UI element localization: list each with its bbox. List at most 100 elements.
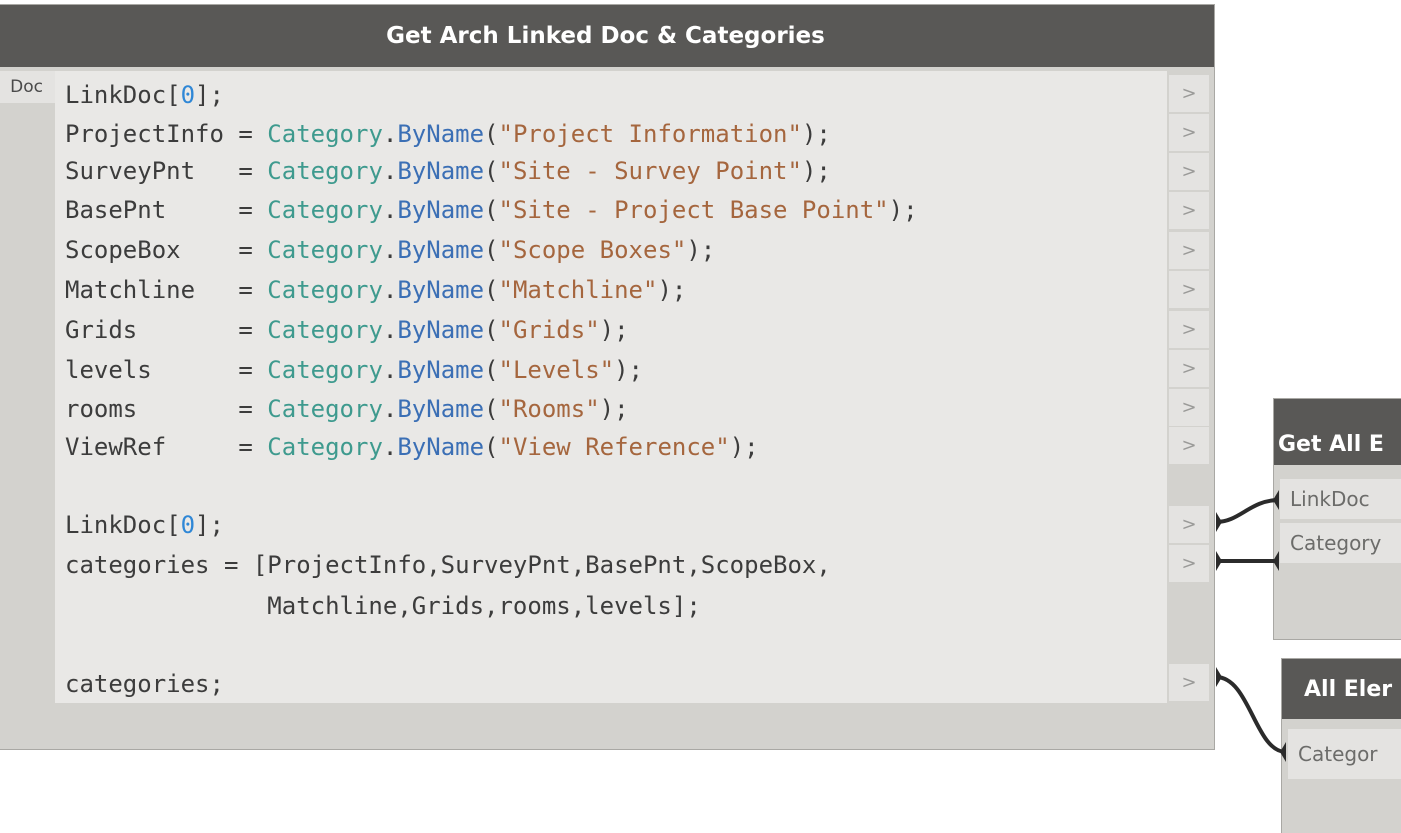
code-token: categories = [ProjectInfo,SurveyPnt,Base… (65, 551, 831, 579)
code-token: rooms = (65, 395, 268, 423)
code-token: ); (686, 236, 716, 264)
code-token: ( (484, 196, 499, 224)
code-token: . (382, 196, 398, 224)
code-token: . (382, 157, 398, 185)
code-token: Grids = (65, 316, 268, 344)
code-line[interactable]: ScopeBox = Category.ByName("Scope Boxes"… (65, 230, 715, 270)
code-token: Matchline,Grids,rooms,levels]; (65, 592, 701, 620)
output-port[interactable]: > (1169, 664, 1209, 701)
code-token: "Site - Project Base Point" (498, 196, 889, 224)
output-port[interactable]: > (1169, 232, 1209, 269)
code-token: Category (267, 276, 383, 304)
code-token: ByName (397, 395, 485, 423)
input-port-column (0, 103, 55, 703)
code-line[interactable]: Matchline,Grids,rooms,levels]; (65, 586, 701, 626)
output-port[interactable]: > (1169, 153, 1209, 190)
output-port[interactable]: > (1169, 311, 1209, 348)
input-port-category[interactable]: Category (1280, 523, 1401, 563)
output-port[interactable]: > (1169, 271, 1209, 308)
code-line[interactable]: ViewRef = Category.ByName("View Referenc… (65, 427, 759, 467)
wire-linkdoc (1215, 498, 1280, 524)
code-line[interactable]: levels = Category.ByName("Levels"); (65, 350, 643, 390)
node-footer (0, 703, 1214, 749)
code-line[interactable]: Grids = Category.ByName("Grids"); (65, 310, 629, 350)
node-title[interactable]: Get Arch Linked Doc & Categories (0, 5, 1214, 67)
input-port-category[interactable]: Categor (1288, 729, 1401, 779)
code-token: ( (484, 356, 499, 384)
code-token: ); (657, 276, 687, 304)
code-token: . (382, 236, 398, 264)
code-token: "Scope Boxes" (498, 236, 687, 264)
code-token: ByName (397, 276, 485, 304)
code-token: Category (267, 157, 383, 185)
code-token: ); (729, 433, 759, 461)
code-token: Category (267, 433, 383, 461)
code-line[interactable]: LinkDoc[0]; (65, 75, 224, 115)
wire-end-arrow (1216, 512, 1222, 532)
code-token: ScopeBox = (65, 236, 268, 264)
node-title[interactable]: Get All E (1274, 399, 1401, 465)
code-token: "Rooms" (498, 395, 600, 423)
output-port[interactable]: > (1169, 192, 1209, 229)
code-token: Matchline = (65, 276, 268, 304)
output-port[interactable]: > (1169, 506, 1209, 543)
input-port-doc[interactable]: Doc (0, 71, 55, 103)
code-line[interactable]: categories; (65, 664, 224, 704)
code-token: levels = (65, 356, 268, 384)
code-token: Category (267, 395, 383, 423)
all-elements-node[interactable]: All Eler Categor (1281, 658, 1401, 833)
input-port-linkdoc[interactable]: LinkDoc (1280, 479, 1401, 519)
code-token: ); (614, 356, 643, 384)
code-token: . (382, 356, 398, 384)
get-all-elements-node[interactable]: Get All E LinkDoc Category (1273, 398, 1401, 640)
code-token: ); (888, 196, 918, 224)
wire-end-arrow (1216, 551, 1222, 571)
code-token: ( (484, 395, 499, 423)
code-token: . (382, 395, 398, 423)
code-token: ( (484, 236, 499, 264)
code-token: "Grids" (498, 316, 600, 344)
code-token: . (382, 276, 398, 304)
code-line[interactable]: Matchline = Category.ByName("Matchline")… (65, 270, 686, 310)
code-token: . (382, 120, 398, 148)
output-port[interactable]: > (1169, 350, 1209, 387)
code-token: 0 (180, 81, 196, 109)
code-token: ( (484, 433, 499, 461)
code-line[interactable]: LinkDoc[0]; (65, 505, 224, 545)
dynamo-canvas[interactable]: Get Arch Linked Doc & Categories Doc Lin… (0, 0, 1401, 833)
code-token: "Site - Survey Point" (498, 157, 802, 185)
code-editor[interactable]: LinkDoc[0]; ProjectInfo = Category.ByName… (55, 71, 1167, 703)
code-line[interactable]: categories = [ProjectInfo,SurveyPnt,Base… (65, 545, 831, 585)
code-token: Category (267, 316, 383, 344)
node-title[interactable]: All Eler (1282, 659, 1401, 719)
code-token: ); (801, 120, 831, 148)
code-token: ); (599, 316, 629, 344)
code-token: Category (267, 196, 383, 224)
code-token: ByName (397, 120, 485, 148)
code-token: Category (267, 236, 383, 264)
output-port[interactable]: > (1169, 427, 1209, 464)
code-token: "Matchline" (498, 276, 658, 304)
code-line[interactable]: rooms = Category.ByName("Rooms"); (65, 389, 629, 429)
output-port[interactable]: > (1169, 75, 1209, 112)
wire-end-arrow (1216, 667, 1222, 687)
wire-categories-out (1215, 675, 1287, 754)
code-block-node[interactable]: Get Arch Linked Doc & Categories Doc Lin… (0, 4, 1215, 750)
code-line[interactable]: BasePnt = Category.ByName("Site - Projec… (65, 190, 918, 230)
code-line[interactable]: ProjectInfo = Category.ByName("Project I… (65, 114, 831, 154)
code-token: Category (267, 120, 383, 148)
code-token: ]; (195, 511, 224, 539)
output-port[interactable]: > (1169, 389, 1209, 426)
code-token: "Levels" (498, 356, 615, 384)
code-token: "Project Information" (498, 120, 802, 148)
code-token: 0 (180, 511, 196, 539)
code-token: ByName (397, 316, 485, 344)
code-token: ( (484, 316, 499, 344)
code-token: LinkDoc[ (65, 511, 181, 539)
code-token: ByName (397, 356, 485, 384)
output-port[interactable]: > (1169, 114, 1209, 151)
code-token: ByName (397, 433, 485, 461)
code-line[interactable]: SurveyPnt = Category.ByName("Site - Surv… (65, 151, 831, 191)
code-token: ByName (397, 196, 485, 224)
output-port[interactable]: > (1169, 545, 1209, 582)
